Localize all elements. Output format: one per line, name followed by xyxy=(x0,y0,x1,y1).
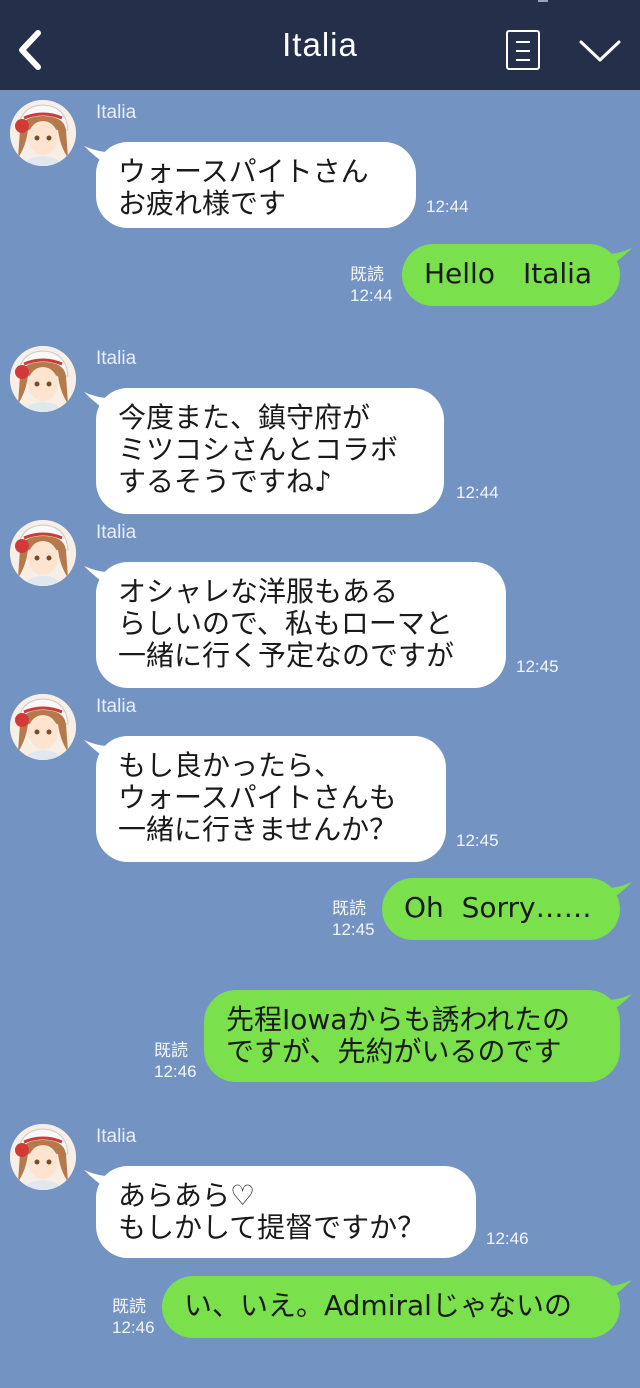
timestamp: 12:44 xyxy=(350,286,393,305)
timestamp: 12:44 xyxy=(426,197,469,216)
sender-name: Italia xyxy=(96,348,137,369)
timestamp: 12:45 xyxy=(516,657,559,676)
sender-name: Italia xyxy=(96,522,137,543)
avatar[interactable] xyxy=(10,694,76,760)
message-meta: 12:44 xyxy=(426,196,469,217)
outgoing-message-bubble[interactable]: Oh Sorry…… xyxy=(382,878,620,940)
incoming-message-bubble[interactable]: もし良かったら、 ウォースパイトさんも 一緒に行きませんか？ xyxy=(96,736,446,862)
chevron-down-icon[interactable] xyxy=(578,38,622,64)
message-meta: 既読 12:46 xyxy=(154,1040,197,1082)
chat-title: Italia xyxy=(282,26,358,63)
message-meta: 既読 12:44 xyxy=(350,264,393,306)
message-meta: 既読 12:45 xyxy=(332,898,375,940)
timestamp: 12:45 xyxy=(456,831,499,850)
sender-name: Italia xyxy=(96,1126,137,1147)
timestamp: 12:46 xyxy=(486,1229,529,1248)
sender-name: Italia xyxy=(96,696,137,717)
message-meta: 12:44 xyxy=(456,482,499,503)
read-receipt: 既読 xyxy=(350,265,384,284)
avatar[interactable] xyxy=(10,1124,76,1190)
incoming-message-bubble[interactable]: ウォースパイトさん お疲れ様です xyxy=(96,142,416,228)
avatar[interactable] xyxy=(10,346,76,412)
incoming-message-bubble[interactable]: 今度また、鎮守府が ミツコシさんとコラボ するそうですね♪ xyxy=(96,388,444,514)
timestamp: 12:46 xyxy=(112,1318,155,1337)
document-menu-icon[interactable] xyxy=(506,30,540,70)
read-receipt: 既読 xyxy=(112,1297,146,1316)
message-meta: 12:45 xyxy=(456,830,499,851)
message-meta: 12:45 xyxy=(516,656,559,677)
outgoing-message-bubble[interactable]: Hello Italia xyxy=(402,244,620,306)
timestamp: 12:46 xyxy=(154,1062,197,1081)
message-meta: 既読 12:46 xyxy=(112,1296,155,1338)
chat-header: Italia xyxy=(0,0,640,90)
timestamp: 12:45 xyxy=(332,920,375,939)
status-bar-mark xyxy=(538,0,548,2)
sender-name: Italia xyxy=(96,102,137,123)
read-receipt: 既読 xyxy=(154,1041,188,1060)
avatar[interactable] xyxy=(10,100,76,166)
timestamp: 12:44 xyxy=(456,483,499,502)
read-receipt: 既読 xyxy=(332,899,366,918)
avatar[interactable] xyxy=(10,520,76,586)
incoming-message-bubble[interactable]: あらあら♡ もしかして提督ですか？ xyxy=(96,1166,476,1258)
outgoing-message-bubble[interactable]: い、いえ。Admiralじゃないの xyxy=(162,1276,620,1338)
message-meta: 12:46 xyxy=(486,1228,529,1249)
outgoing-message-bubble[interactable]: 先程Iowaからも誘われたの ですが、先約がいるのです xyxy=(204,990,620,1082)
incoming-message-bubble[interactable]: オシャレな洋服もある らしいので、私もローマと 一緒に行く予定なのですが xyxy=(96,562,506,688)
